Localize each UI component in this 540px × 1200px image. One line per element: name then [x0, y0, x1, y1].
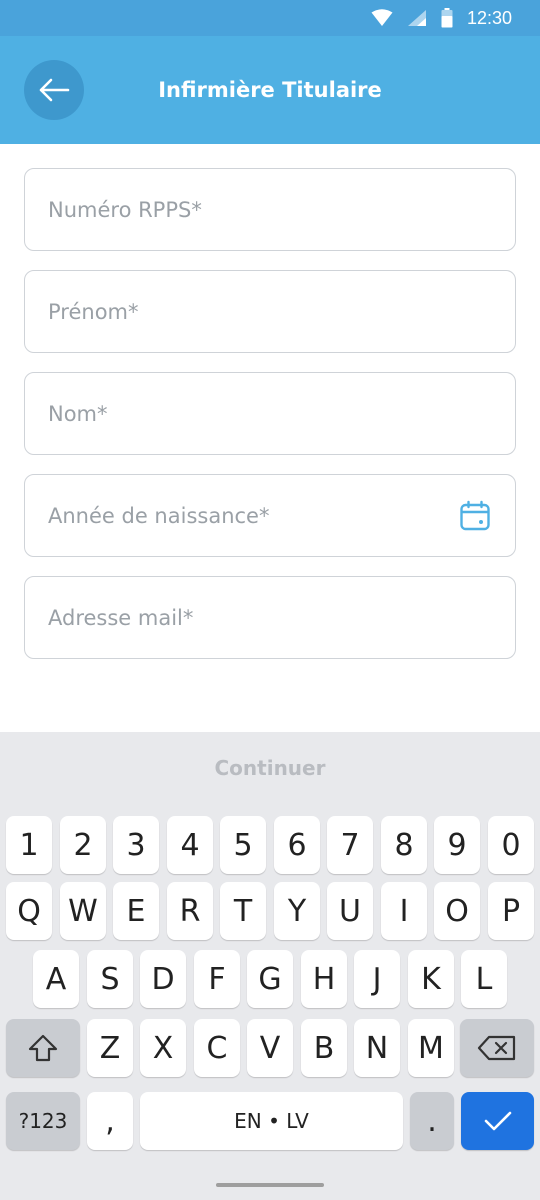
- continue-button[interactable]: Continuer: [0, 732, 540, 804]
- last-name-field-container: [24, 372, 516, 455]
- continue-label: Continuer: [214, 756, 326, 780]
- key-c[interactable]: C: [194, 1019, 240, 1077]
- key-i[interactable]: I: [381, 882, 427, 940]
- space-key[interactable]: EN • LV: [140, 1092, 403, 1150]
- key-4[interactable]: 4: [167, 816, 213, 874]
- calendar-icon[interactable]: [459, 500, 491, 532]
- status-icons: 12:30: [371, 7, 512, 29]
- key-w[interactable]: W: [60, 882, 106, 940]
- battery-icon: [441, 8, 453, 28]
- key-d[interactable]: D: [140, 950, 186, 1008]
- key-7[interactable]: 7: [327, 816, 373, 874]
- birth-year-field[interactable]: [25, 475, 515, 556]
- backspace-icon: [477, 1035, 516, 1061]
- key-s[interactable]: S: [87, 950, 133, 1008]
- rpps-number-field[interactable]: [25, 169, 515, 250]
- key-b[interactable]: B: [301, 1019, 347, 1077]
- shift-icon: [28, 1034, 58, 1062]
- key-v[interactable]: V: [247, 1019, 293, 1077]
- checkmark-icon: [484, 1111, 511, 1131]
- key-x[interactable]: X: [140, 1019, 186, 1077]
- key-j[interactable]: J: [354, 950, 400, 1008]
- key-2[interactable]: 2: [60, 816, 106, 874]
- email-field-container: [24, 576, 516, 659]
- key-g[interactable]: G: [247, 950, 293, 1008]
- key-0[interactable]: 0: [488, 816, 534, 874]
- key-p[interactable]: P: [488, 882, 534, 940]
- first-name-field[interactable]: [25, 271, 515, 352]
- key-5[interactable]: 5: [220, 816, 266, 874]
- key-m[interactable]: M: [408, 1019, 454, 1077]
- shift-key[interactable]: [6, 1019, 80, 1077]
- home-gesture-handle[interactable]: [216, 1183, 324, 1187]
- key-e[interactable]: E: [113, 882, 159, 940]
- back-button[interactable]: [24, 60, 84, 120]
- first-name-field-container: [24, 270, 516, 353]
- key-l[interactable]: L: [461, 950, 507, 1008]
- key-8[interactable]: 8: [381, 816, 427, 874]
- key-u[interactable]: U: [327, 882, 373, 940]
- key-h[interactable]: H: [301, 950, 347, 1008]
- key-q[interactable]: Q: [6, 882, 52, 940]
- backspace-key[interactable]: [460, 1019, 534, 1077]
- key-a[interactable]: A: [33, 950, 79, 1008]
- key-f[interactable]: F: [194, 950, 240, 1008]
- key-k[interactable]: K: [408, 950, 454, 1008]
- key-z[interactable]: Z: [87, 1019, 133, 1077]
- key-9[interactable]: 9: [434, 816, 480, 874]
- navigation-bar: [0, 1166, 540, 1200]
- rpps-number-field-container: [24, 168, 516, 251]
- period-key[interactable]: .: [410, 1092, 454, 1150]
- status-time: 12:30: [466, 7, 512, 28]
- app-bar: Infirmière Titulaire: [0, 36, 540, 144]
- birth-year-field-container: [24, 474, 516, 557]
- key-y[interactable]: Y: [274, 882, 320, 940]
- arrow-left-icon: [39, 78, 70, 102]
- key-o[interactable]: O: [434, 882, 480, 940]
- comma-key[interactable]: ,: [87, 1092, 133, 1150]
- key-t[interactable]: T: [220, 882, 266, 940]
- status-bar: 12:30: [0, 0, 540, 36]
- key-n[interactable]: N: [354, 1019, 400, 1077]
- wifi-icon: [371, 9, 393, 26]
- key-r[interactable]: R: [167, 882, 213, 940]
- key-1[interactable]: 1: [6, 816, 52, 874]
- enter-key[interactable]: [461, 1092, 534, 1150]
- key-3[interactable]: 3: [113, 816, 159, 874]
- last-name-field[interactable]: [25, 373, 515, 454]
- keyboard: 1 2 3 4 5 6 7 8 9 0 Q W E R T Y U I O P …: [0, 804, 540, 1166]
- signal-icon: [407, 10, 426, 26]
- key-6[interactable]: 6: [274, 816, 320, 874]
- symbols-key[interactable]: ?123: [6, 1092, 80, 1150]
- registration-form: [24, 168, 516, 678]
- email-field[interactable]: [25, 577, 515, 658]
